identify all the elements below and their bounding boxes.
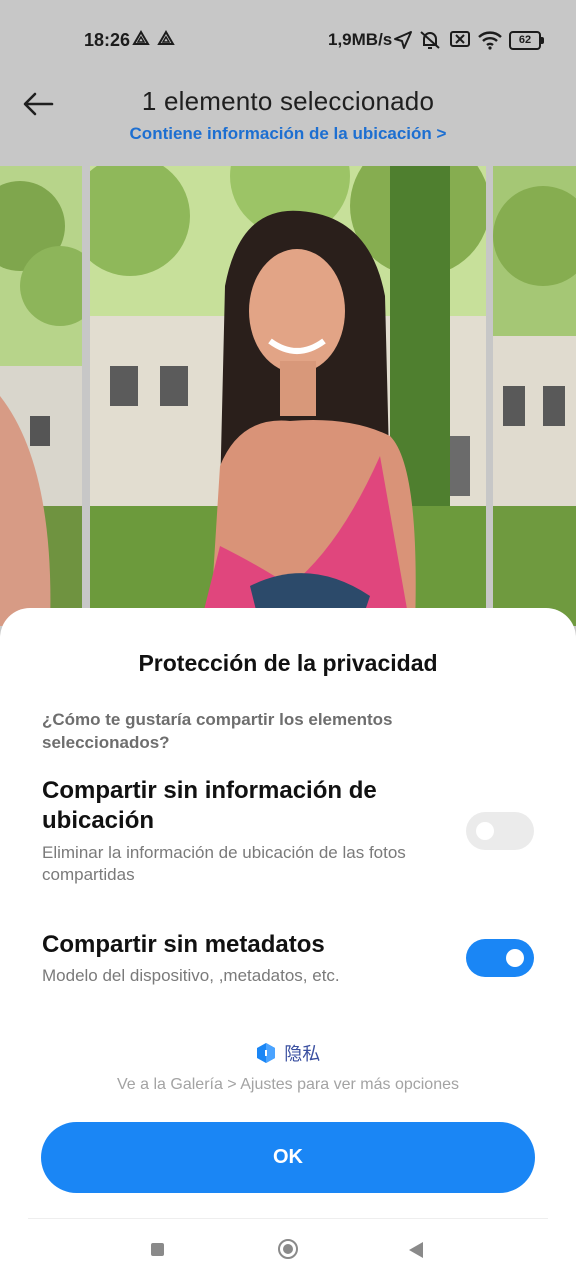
toggle-knob xyxy=(476,822,494,840)
privacy-brand: 隐私 xyxy=(0,1040,576,1066)
status-bar: 18:26 1,9MB/s 62 xyxy=(0,0,576,80)
battery-icon: 62 xyxy=(509,31,544,50)
status-time: 18:26 xyxy=(84,30,131,50)
divider xyxy=(28,1218,548,1219)
photo-thumbnail-previous[interactable] xyxy=(0,166,82,626)
network-speed: 1,9MB/s xyxy=(328,30,393,49)
option-desc-no-metadata: Modelo del dispositivo, ,metadatos, etc. xyxy=(42,966,340,985)
brand-text: 隐私 xyxy=(284,1044,321,1064)
recent-apps-icon[interactable] xyxy=(151,1243,164,1256)
location-arrow-icon xyxy=(394,31,412,49)
toggle-knob xyxy=(506,949,524,967)
header: 1 elemento seleccionado Contiene informa… xyxy=(0,80,576,166)
ok-button[interactable]: OK xyxy=(41,1122,535,1193)
option-title-no-metadata: Compartir sin metadatos xyxy=(42,931,325,958)
option-desc-no-location: Eliminar la información de ubicación de … xyxy=(42,843,406,884)
toggle-no-metadata[interactable] xyxy=(466,939,534,977)
privacy-shield-icon xyxy=(256,1043,275,1063)
photo-thumbnail-next[interactable] xyxy=(493,166,576,626)
sheet-title: Protección de la privacidad xyxy=(138,650,438,676)
drive-icon xyxy=(132,30,150,45)
settings-hint: Ve a la Galería > Ajustes para ver más o… xyxy=(117,1076,459,1093)
location-info-link[interactable]: Contiene información de la ubicación > xyxy=(0,124,576,144)
drive-icon xyxy=(157,30,175,45)
photo-strip xyxy=(0,166,576,626)
navigation-bar xyxy=(0,1222,576,1280)
back-icon[interactable] xyxy=(409,1242,423,1258)
privacy-bottom-sheet: Protección de la privacidad ¿Cómo te gus… xyxy=(0,608,576,1280)
battery-level: 62 xyxy=(518,34,532,46)
share-question: ¿Cómo te gustaría compartir los elemento… xyxy=(42,710,393,752)
page-title: 1 elemento seleccionado xyxy=(141,86,435,116)
toggle-no-location[interactable] xyxy=(466,812,534,850)
home-icon[interactable] xyxy=(278,1239,298,1259)
wifi-icon xyxy=(478,31,502,50)
photo-selected[interactable] xyxy=(90,166,486,626)
option-title-no-location: Compartir sin información de ubicación xyxy=(42,777,377,834)
muted-bell-icon xyxy=(420,31,440,49)
sim-off-icon xyxy=(450,31,470,47)
